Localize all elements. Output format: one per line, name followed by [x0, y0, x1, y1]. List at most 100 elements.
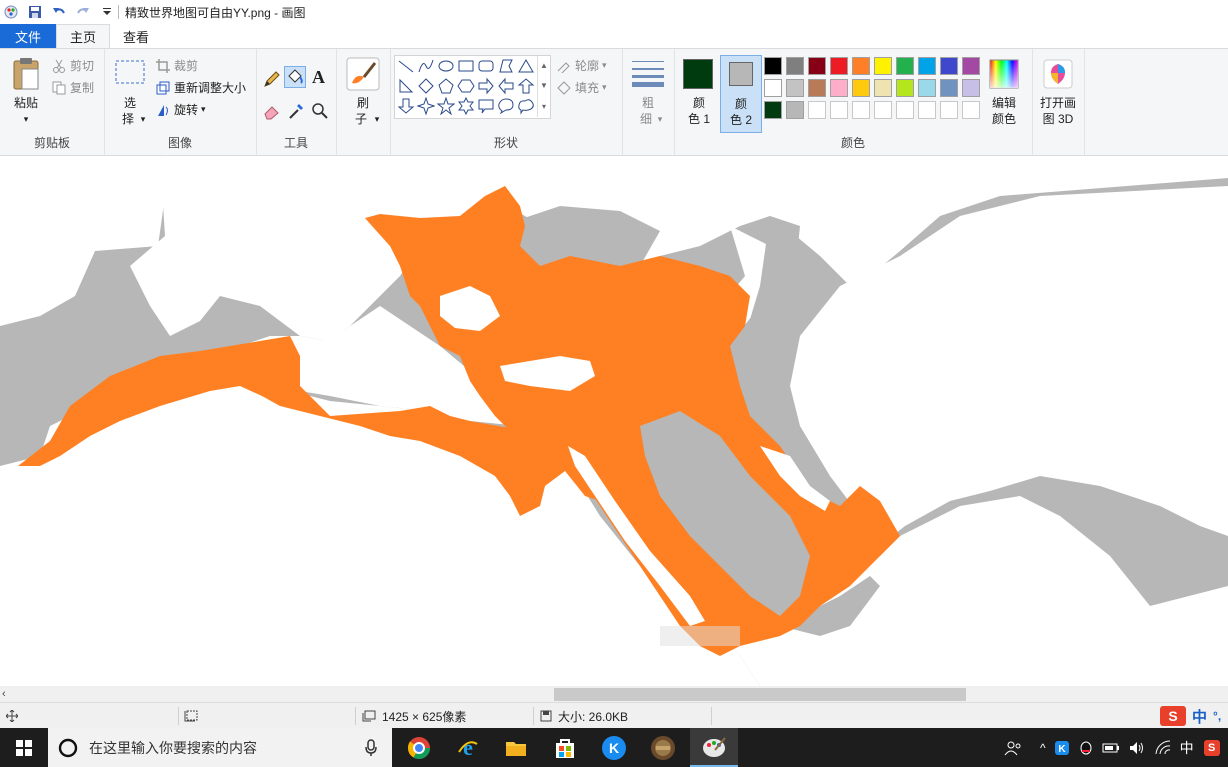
hexagon-shape-icon[interactable] [457, 77, 475, 95]
volume-icon[interactable] [1128, 740, 1146, 756]
diamond-shape-icon[interactable] [417, 77, 435, 95]
palette-color-swatch[interactable] [808, 79, 826, 97]
five-point-star-shape-icon[interactable] [437, 97, 455, 115]
wifi-icon[interactable] [1154, 739, 1172, 756]
battery-icon[interactable] [1102, 740, 1120, 756]
color-picker-icon[interactable] [286, 101, 306, 121]
show-hidden-icons-icon[interactable]: ^ [1040, 741, 1046, 755]
cut-button[interactable]: 剪切 [52, 57, 94, 74]
palette-custom-swatch[interactable] [874, 101, 892, 119]
rotate-button[interactable]: 旋转 ▾ [156, 101, 206, 118]
six-point-star-shape-icon[interactable] [457, 97, 475, 115]
tab-file[interactable]: 文件 [0, 24, 57, 48]
scroll-left-icon[interactable]: ‹ [2, 686, 14, 702]
taskbar-search-box[interactable]: 在这里输入你要搜索的内容 [48, 728, 392, 767]
palette-color-swatch[interactable] [786, 57, 804, 75]
palette-color-swatch[interactable] [962, 57, 980, 75]
oval-callout-shape-icon[interactable] [497, 97, 515, 115]
down-arrow-shape-icon[interactable] [397, 97, 415, 115]
palette-color-swatch[interactable] [940, 57, 958, 75]
rectangle-shape-icon[interactable] [457, 57, 475, 75]
line-shape-icon[interactable] [397, 57, 415, 75]
ime-tray-language[interactable]: 中 [1180, 738, 1194, 758]
kugou-tray-icon[interactable]: K [1054, 740, 1070, 756]
world-map-image[interactable] [0, 156, 1228, 686]
brush-dropdown-icon[interactable]: ▾ [372, 111, 382, 127]
palette-color-swatch[interactable] [940, 79, 958, 97]
scroll-thumb[interactable] [554, 688, 966, 701]
palette-custom-swatch[interactable] [940, 101, 958, 119]
color2-button[interactable]: 颜 色 2 [720, 55, 762, 133]
up-arrow-shape-icon[interactable] [517, 77, 535, 95]
four-point-star-shape-icon[interactable] [417, 97, 435, 115]
polygon-shape-icon[interactable] [497, 57, 515, 75]
shapes-expand-icon[interactable]: ▾ [537, 96, 550, 117]
edit-colors-button[interactable]: 编辑 颜色 [984, 53, 1024, 129]
microphone-icon[interactable] [364, 739, 378, 757]
curve-shape-icon[interactable] [417, 57, 435, 75]
kugou-taskbar-icon[interactable]: K [600, 734, 628, 762]
palette-color-swatch[interactable] [830, 57, 848, 75]
palette-custom-swatch[interactable] [896, 101, 914, 119]
palette-custom-swatch[interactable] [830, 101, 848, 119]
magnifier-icon[interactable] [310, 101, 330, 121]
palette-color-swatch[interactable] [764, 101, 782, 119]
store-taskbar-icon[interactable] [551, 734, 579, 762]
palette-color-swatch[interactable] [852, 57, 870, 75]
resize-button[interactable]: 重新调整大小 [156, 79, 246, 96]
windows-start-button[interactable] [0, 728, 48, 767]
crop-button[interactable]: 裁剪 [156, 57, 198, 74]
chrome-taskbar-icon[interactable] [405, 734, 433, 762]
left-arrow-shape-icon[interactable] [497, 77, 515, 95]
palette-color-swatch[interactable] [830, 79, 848, 97]
right-arrow-shape-icon[interactable] [477, 77, 495, 95]
undo-icon[interactable] [50, 3, 68, 21]
rect-callout-shape-icon[interactable] [477, 97, 495, 115]
paint-app-icon[interactable] [2, 3, 20, 21]
drawing-canvas[interactable] [0, 156, 1228, 686]
shapes-scroll-down-icon[interactable]: ▼ [537, 76, 550, 96]
palette-color-swatch[interactable] [896, 79, 914, 97]
brushes-button[interactable]: 刷 子 ▾ [342, 53, 384, 129]
cloud-callout-shape-icon[interactable] [517, 97, 535, 115]
palette-color-swatch[interactable] [918, 57, 936, 75]
select-button[interactable]: 选 择 ▾ [110, 53, 150, 129]
palette-color-swatch[interactable] [808, 57, 826, 75]
ie-taskbar-icon[interactable]: e [454, 734, 482, 762]
palette-color-swatch[interactable] [764, 79, 782, 97]
outline-button[interactable]: 轮廓 ▾ [556, 57, 607, 74]
open-paint3d-button[interactable]: 打开画 图 3D [1034, 53, 1082, 129]
palette-color-swatch[interactable] [874, 79, 892, 97]
rotate-dropdown-icon[interactable]: ▾ [201, 104, 206, 115]
game-taskbar-icon[interactable] [649, 734, 677, 762]
tab-view[interactable]: 查看 [110, 24, 162, 48]
right-triangle-shape-icon[interactable] [397, 77, 415, 95]
qq-tray-icon[interactable] [1078, 740, 1094, 756]
palette-custom-swatch[interactable] [962, 101, 980, 119]
palette-color-swatch[interactable] [852, 79, 870, 97]
palette-color-swatch[interactable] [786, 79, 804, 97]
palette-custom-swatch[interactable] [808, 101, 826, 119]
fill-tool-button[interactable] [284, 66, 306, 88]
palette-color-swatch[interactable] [874, 57, 892, 75]
palette-custom-swatch[interactable] [852, 101, 870, 119]
shapes-scroll-up-icon[interactable]: ▲ [537, 56, 550, 76]
sogou-tray-icon[interactable]: S [1203, 739, 1220, 756]
pentagon-shape-icon[interactable] [437, 77, 455, 95]
horizontal-scrollbar[interactable]: ‹ [0, 686, 1228, 702]
select-dropdown-icon[interactable]: ▾ [138, 111, 148, 127]
pencil-icon[interactable] [262, 69, 282, 89]
copy-button[interactable]: 复制 [52, 79, 94, 96]
eraser-icon[interactable] [262, 101, 282, 121]
palette-color-swatch[interactable] [918, 79, 936, 97]
paste-dropdown-icon[interactable]: ▾ [6, 111, 46, 127]
redo-icon[interactable] [74, 3, 92, 21]
rounded-rectangle-shape-icon[interactable] [477, 57, 495, 75]
palette-color-swatch[interactable] [896, 57, 914, 75]
color1-button[interactable]: 颜 色 1 [680, 53, 718, 129]
text-tool-icon[interactable]: A [312, 67, 325, 88]
file-explorer-taskbar-icon[interactable] [502, 734, 530, 762]
save-icon[interactable] [26, 3, 44, 21]
palette-color-swatch[interactable] [962, 79, 980, 97]
customize-quick-access-icon[interactable] [98, 3, 116, 21]
